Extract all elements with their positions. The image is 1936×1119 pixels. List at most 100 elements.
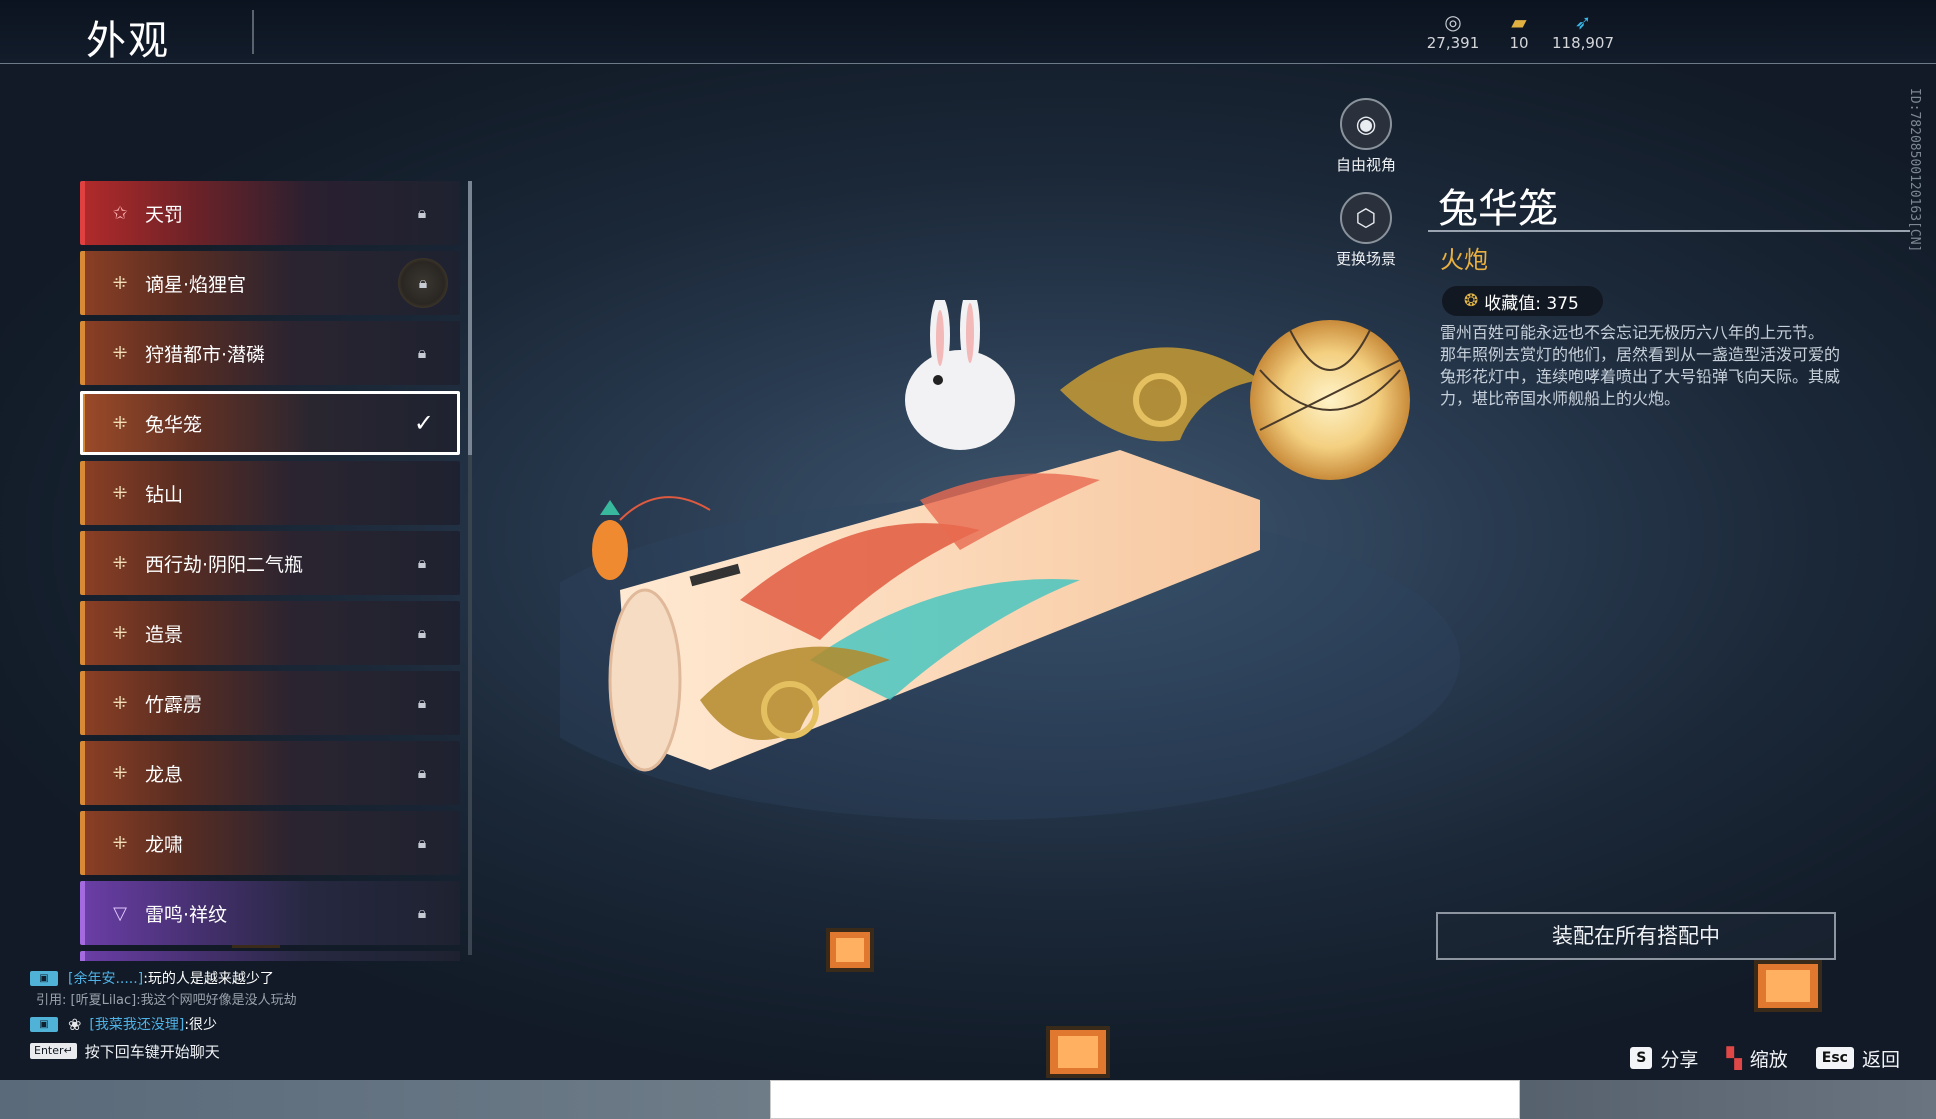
collection-icon: ❂ [1464, 291, 1479, 311]
chat-panel[interactable]: ▣ [余年安.....] :玩的人是越来越少了 引用: [听夏Lilac]:我这… [30, 966, 470, 1064]
skin-item-selected[interactable]: ⁜ 兔华笼 ✓ [80, 391, 460, 455]
skin-item[interactable]: ⁜ 钻山 [80, 461, 460, 525]
lock-icon: 🔒︎ [417, 693, 427, 712]
list-scrollbar[interactable] [468, 181, 472, 955]
free-camera-label: 自由视角 [1335, 156, 1396, 174]
lock-icon: 🔒︎ [417, 903, 427, 922]
lock-icon: 🔒︎ [417, 203, 427, 222]
lock-icon: 🔒︎ [417, 763, 427, 782]
skin-name: 兔华笼 [145, 413, 203, 436]
lock-icon: 🔒︎ [417, 833, 427, 852]
skin-item[interactable]: ⁜ 竹霹雳 🔒︎ [80, 671, 460, 735]
floating-lantern [1046, 1026, 1110, 1078]
top-bar: 外观 ◎ 27,391 ▰ 10 ➶ 118,907 [0, 0, 1936, 64]
cube-icon: ⬡ [1340, 192, 1392, 244]
rarity-cross-icon: ⁜ [112, 762, 128, 784]
lock-icon: 🔒︎ [417, 343, 427, 362]
item-name: 兔华笼 [1438, 186, 1558, 232]
camera-icon: ◉ [1340, 98, 1392, 150]
skin-item[interactable]: ⁜ 西行劫·阴阳二气瓶 🔒︎ [80, 531, 460, 595]
currency-silver: ◎ 27,391 [1418, 10, 1488, 52]
equip-all-button[interactable]: 装配在所有搭配中 [1436, 912, 1836, 960]
star-icon: ✩ [112, 202, 128, 224]
skin-name: 竹霹雳 [145, 693, 203, 716]
change-scene-label: 更换场景 [1335, 250, 1396, 268]
chat-message: ▣ [余年安.....] :玩的人是越来越少了 [30, 966, 470, 990]
skin-name: 雷鸣·祥纹 [145, 903, 228, 926]
floating-lantern [1754, 960, 1822, 1012]
currency-feather: ➶ 118,907 [1548, 10, 1618, 52]
rarity-cross-icon: ⁜ [112, 692, 128, 714]
mouse-icon: ▚ [1726, 1046, 1742, 1070]
skin-name: 天罚 [145, 203, 184, 226]
share-label: 分享 [1660, 1048, 1699, 1071]
channel-tag-icon: ▣ [30, 970, 58, 986]
skin-item[interactable]: ⁜ 造景 🔒︎ [80, 601, 460, 665]
skin-item[interactable]: ⁜ 龙啸 🔒︎ [80, 811, 460, 875]
rarity-cross-icon: ⁜ [112, 552, 128, 574]
checkmark-icon: ✓ [413, 409, 434, 437]
collection-value-badge: ❂ 收藏值: 375 [1442, 286, 1603, 316]
share-button[interactable]: S 分享 [1630, 1045, 1698, 1072]
skin-name: 钻山 [145, 483, 184, 506]
moon-lantern [1250, 320, 1410, 480]
rarity-cross-icon: ⁜ [112, 412, 128, 434]
change-scene-button[interactable]: ⬡ 更换场景 [1321, 192, 1411, 269]
chat-text: :玩的人是越来越少了 [143, 971, 274, 987]
rabbit-figure [905, 300, 1015, 450]
list-scroll-thumb[interactable] [468, 181, 472, 455]
rarity-cross-icon: ⁜ [112, 272, 128, 294]
rarity-cross-icon: ⁜ [112, 622, 128, 644]
lock-icon: 🔒︎ [417, 553, 427, 572]
skin-item[interactable]: ⁜ 谪星·焰狸官 🔒︎ [80, 251, 460, 315]
skin-item[interactable]: ⁜ 狩猎都市·潜磷 🔒︎ [80, 321, 460, 385]
zoom-label: 缩放 [1749, 1048, 1788, 1071]
chat-username[interactable]: [我菜我还没理] [89, 1014, 184, 1034]
overlay-input-box[interactable] [770, 1080, 1520, 1119]
skin-item[interactable]: ▽ 雷鸣·祥纹 🔒︎ [80, 881, 460, 945]
rarity-cross-icon: ⁜ [112, 482, 128, 504]
description-paragraph: 那年照例去赏灯的他们，居然看到从一盏造型活泼可爱的兔形花灯中，连续咆哮着喷出了大… [1440, 345, 1841, 408]
ticket-icon: ▰ [1511, 10, 1527, 34]
skin-name: 造景 [145, 623, 184, 646]
key-cap: S [1630, 1047, 1653, 1069]
lock-icon: 🔒︎ [417, 623, 427, 642]
skin-name: 谪星·焰狸官 [145, 273, 247, 296]
rarity-wing-icon: ▽ [113, 902, 127, 924]
lotus-icon: ❀ [68, 1014, 82, 1034]
currency-value: 118,907 [1551, 34, 1615, 52]
chat-message: ▣ ❀ [我菜我还没理] :很少 [30, 1012, 470, 1036]
feather-icon: ➶ [1574, 10, 1592, 34]
item-description: 雷州百姓可能永远也不会忘记无极历六八年的上元节。 那年照例去赏灯的他们，居然看到… [1440, 322, 1840, 410]
chat-input-hint[interactable]: Enter↵ 按下回车键开始聊天 [30, 1038, 470, 1064]
key-cap: Esc [1815, 1047, 1854, 1069]
collection-value: 收藏值: 375 [1484, 293, 1579, 314]
page-title: 外观 [86, 18, 170, 64]
chat-quote: 引用: [听夏Lilac]:我这个网吧好像是没人玩劫 [36, 993, 297, 1008]
back-label: 返回 [1861, 1048, 1900, 1071]
chat-hint-text: 按下回车键开始聊天 [84, 1042, 220, 1061]
silver-coin-icon: ◎ [1444, 10, 1462, 34]
skin-name: 西行劫·阴阳二气瓶 [145, 553, 304, 576]
chat-text: :很少 [184, 1017, 218, 1033]
item-type: 火炮 [1440, 246, 1488, 274]
zoom-button[interactable]: ▚ 缩放 [1726, 1045, 1787, 1072]
skin-name: 龙息 [145, 763, 184, 786]
skin-list[interactable]: ✩ 天罚 🔒︎ ⁜ 谪星·焰狸官 🔒︎ ⁜ 狩猎都市·潜磷 🔒︎ ⁜ 兔华笼 ✓… [80, 181, 460, 961]
chat-username[interactable]: [余年安.....] [68, 968, 143, 988]
skin-name: 狩猎都市·潜磷 [145, 343, 266, 366]
skin-item[interactable]: ⁜ 龙息 🔒︎ [80, 741, 460, 805]
back-button[interactable]: Esc 返回 [1815, 1045, 1900, 1072]
currency-value: 10 [1509, 34, 1529, 52]
rarity-cross-icon: ⁜ [112, 342, 128, 364]
lock-badge-icon: 🔒︎ [398, 258, 448, 308]
key-hints: S 分享 ▚ 缩放 Esc 返回 [1600, 1044, 1900, 1072]
skin-item[interactable] [80, 951, 460, 961]
skin-item[interactable]: ✩ 天罚 🔒︎ [80, 181, 460, 245]
name-underline [1428, 230, 1910, 232]
floating-lantern [826, 928, 874, 972]
rarity-cross-icon: ⁜ [112, 832, 128, 854]
description-paragraph: 雷州百姓可能永远也不会忘记无极历六八年的上元节。 [1440, 323, 1825, 342]
title-divider [252, 10, 254, 54]
free-camera-button[interactable]: ◉ 自由视角 [1321, 98, 1411, 175]
